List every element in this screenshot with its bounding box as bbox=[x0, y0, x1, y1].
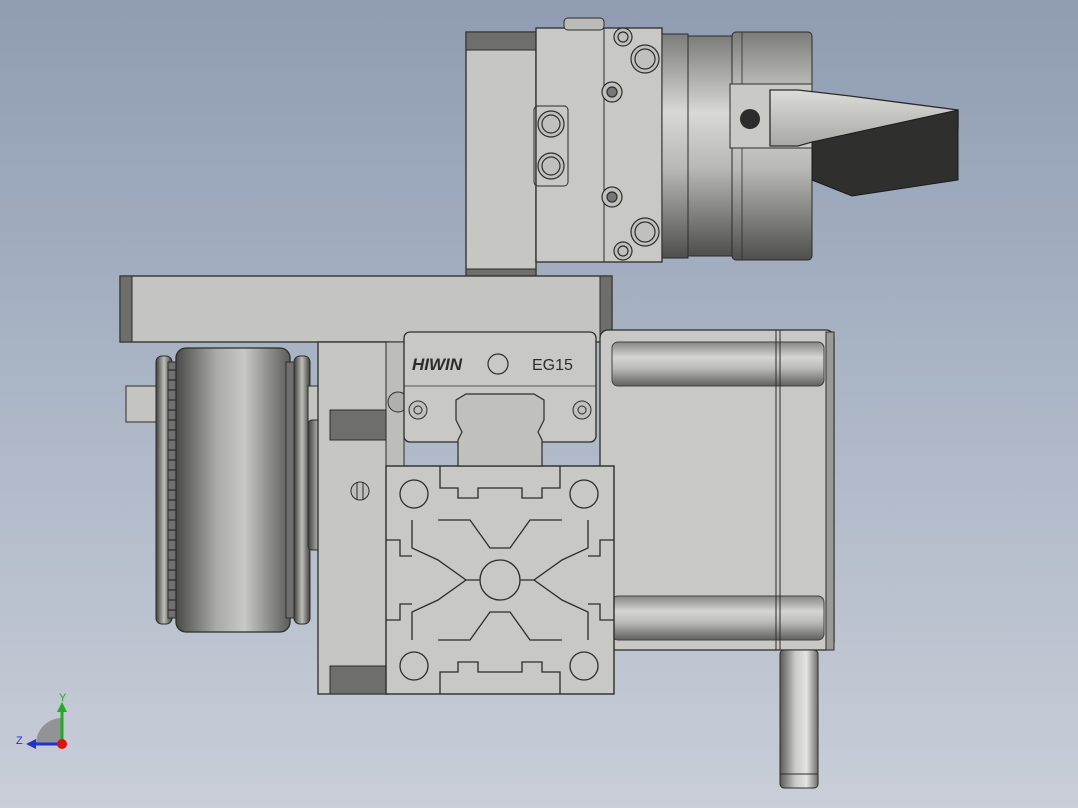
brand-label: HIWIN bbox=[412, 355, 463, 374]
block-screw bbox=[408, 400, 428, 420]
bracket-top-cap bbox=[465, 31, 537, 51]
gripper-bracket bbox=[465, 31, 537, 289]
aluminum-profile[interactable] bbox=[385, 465, 615, 695]
z-axis-label: Z bbox=[16, 735, 23, 747]
linear-guide-block[interactable]: HIWIN EG15 bbox=[403, 331, 597, 467]
triad-origin bbox=[57, 739, 67, 749]
coordinate-triad: Y Z bbox=[16, 692, 67, 749]
air-fitting bbox=[563, 17, 605, 31]
block-screw bbox=[572, 400, 592, 420]
guide-rail bbox=[455, 393, 545, 467]
cad-viewport[interactable]: HIWIN EG15 Y Z bbox=[0, 0, 1078, 808]
gripper-cylinder bbox=[687, 35, 733, 257]
gripper-ring bbox=[661, 33, 689, 259]
triad-plane bbox=[36, 718, 62, 744]
set-screw bbox=[350, 481, 370, 501]
motor-shaft bbox=[779, 649, 819, 789]
timing-pulley bbox=[175, 347, 291, 633]
motor-body[interactable] bbox=[599, 329, 835, 789]
cad-model-view[interactable]: HIWIN EG15 Y Z bbox=[0, 0, 1078, 808]
gripper-assembly[interactable] bbox=[465, 17, 959, 289]
y-axis-label: Y bbox=[59, 692, 67, 704]
pulley-assembly[interactable] bbox=[125, 347, 333, 633]
jaw-pin-hole bbox=[740, 109, 760, 129]
model-label: EG15 bbox=[532, 357, 573, 374]
